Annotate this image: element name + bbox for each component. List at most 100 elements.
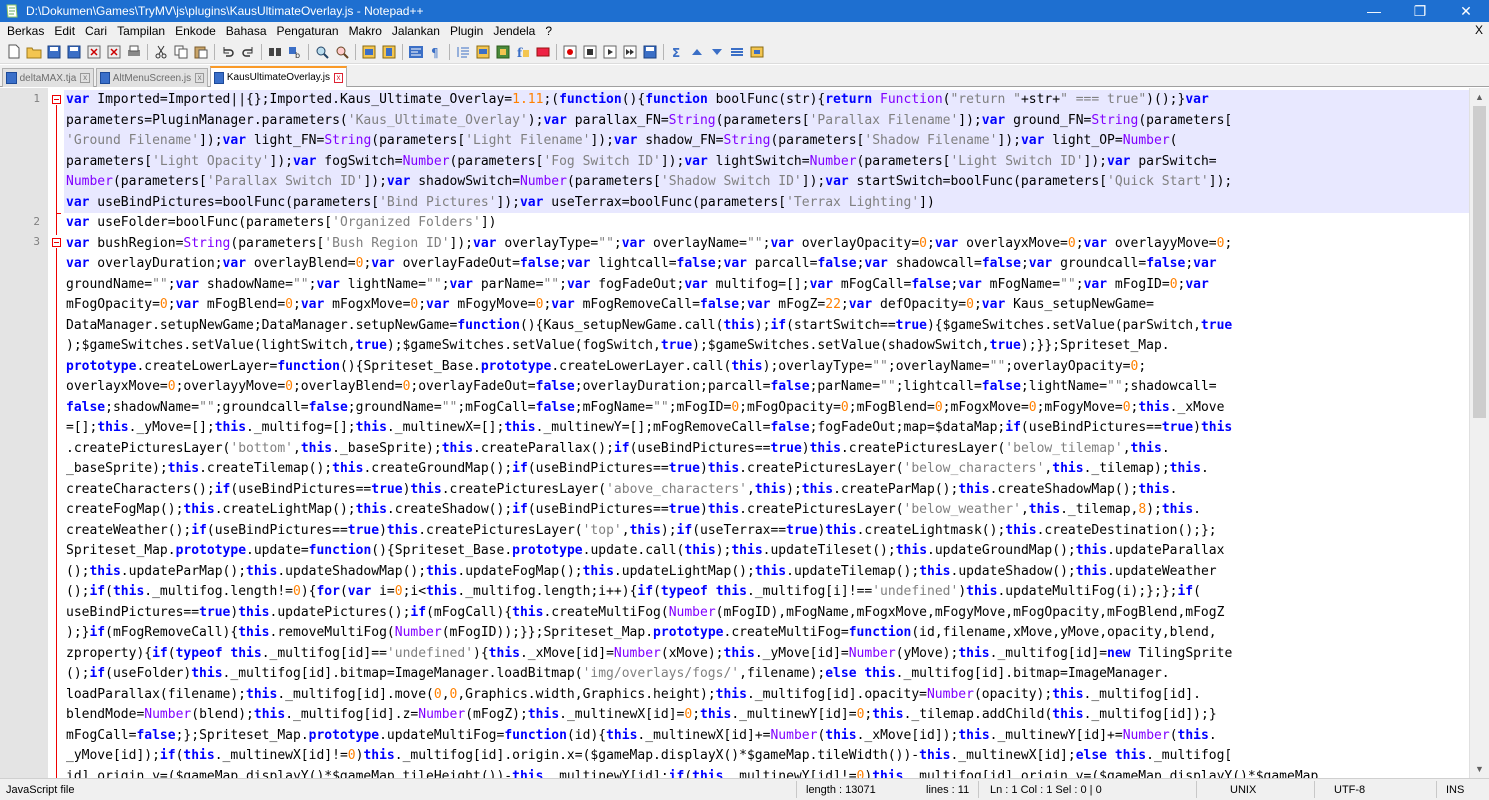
show-all-chars-icon[interactable]: ¶ [428, 44, 444, 60]
replace-icon[interactable]: b [287, 44, 303, 60]
find-icon[interactable] [267, 44, 283, 60]
encoding-label[interactable]: UTF-8 [1334, 784, 1365, 796]
code-line[interactable]: ();if(useFolder)this._multifog[id].bitma… [66, 664, 1466, 685]
minimize-button[interactable]: — [1351, 0, 1397, 22]
code-line[interactable]: mFogCall=false;};Spriteset_Map.prototype… [66, 726, 1466, 747]
code-line[interactable]: blendMode=Number(blend);this._multifog[i… [66, 705, 1466, 726]
menu-berkas[interactable]: Berkas [2, 24, 49, 38]
close-button[interactable]: ✕ [1443, 0, 1489, 22]
word-wrap-icon[interactable] [408, 44, 424, 60]
indent-guide-icon[interactable] [455, 44, 471, 60]
tab-deltamax[interactable]: deltaMAX.tja x [2, 68, 94, 87]
stop-macro-icon[interactable] [582, 44, 598, 60]
vertical-scrollbar[interactable]: ▲ ▼ [1469, 88, 1489, 778]
menu-help[interactable]: ? [540, 24, 557, 38]
code-line[interactable]: DataManager.setupNewGame;DataManager.set… [66, 316, 1466, 337]
code-line[interactable]: loadParallax(filename);this._multifog[id… [66, 685, 1466, 706]
save-icon[interactable] [46, 44, 62, 60]
sync-vertical-icon[interactable] [361, 44, 377, 60]
code-line[interactable]: mFogOpacity=0;var mFogBlend=0;var mFogxM… [66, 295, 1466, 316]
folder-workspace-icon[interactable]: f [515, 44, 531, 60]
open-file-icon[interactable] [26, 44, 42, 60]
code-line[interactable]: _baseSprite);this.createTilemap();this.c… [66, 459, 1466, 480]
code-line[interactable]: _yMove[id]);if(this._multinewX[id]!=0)th… [66, 746, 1466, 767]
maximize-button[interactable]: ❐ [1397, 0, 1443, 22]
insert-mode-label[interactable]: INS [1446, 784, 1464, 796]
code-line[interactable]: parameters['Light Opacity']);var fogSwit… [66, 152, 1466, 173]
new-file-icon[interactable] [6, 44, 22, 60]
code-line[interactable]: var bushRegion=String(parameters['Bush R… [66, 234, 1466, 255]
tab-close-icon[interactable]: x [195, 73, 204, 83]
save-all-icon[interactable] [66, 44, 82, 60]
sync-horizontal-icon[interactable] [381, 44, 397, 60]
code-line[interactable]: groundName="";var shadowName="";var ligh… [66, 275, 1466, 296]
eol-format-label[interactable]: UNIX [1230, 784, 1256, 796]
tab-kausultimateoverlay[interactable]: KausUltimateOverlay.js x [210, 66, 347, 87]
menu-plugin[interactable]: Plugin [445, 24, 488, 38]
doc-map-icon[interactable] [475, 44, 491, 60]
menu-pengaturan[interactable]: Pengaturan [272, 24, 344, 38]
up-arrow-icon[interactable] [689, 44, 705, 60]
menu-enkode[interactable]: Enkode [170, 24, 221, 38]
code-line[interactable]: false;shadowName="";groundcall=false;gro… [66, 398, 1466, 419]
monitoring-icon[interactable] [535, 44, 551, 60]
copy-icon[interactable] [173, 44, 189, 60]
code-line[interactable]: var overlayDuration;var overlayBlend=0;v… [66, 254, 1466, 275]
code-line[interactable]: prototype.createLowerLayer=function(){Sp… [66, 357, 1466, 378]
plugin-icon[interactable] [749, 44, 765, 60]
code-line[interactable]: overlayxMove=0;overlayyMove=0;overlayBle… [66, 377, 1466, 398]
code-line[interactable]: useBindPictures==true)this.updatePicture… [66, 603, 1466, 624]
menu-makro[interactable]: Makro [344, 24, 387, 38]
code-text[interactable]: var Imported=Imported||{};Imported.Kaus_… [66, 90, 1466, 778]
code-line[interactable]: Number(parameters['Parallax Switch ID'])… [66, 172, 1466, 193]
code-line[interactable]: );$gameSwitches.setValue(lightSwitch,tru… [66, 336, 1466, 357]
fold-toggle-icon[interactable] [52, 238, 61, 247]
code-line[interactable]: var Imported=Imported||{};Imported.Kaus_… [66, 90, 1466, 111]
code-line[interactable]: createCharacters();if(useBindPictures==t… [66, 480, 1466, 501]
code-line[interactable]: =[];this._yMove=[];this._multifog=[];thi… [66, 418, 1466, 439]
code-line[interactable]: zproperty){if(typeof this._multifog[id]=… [66, 644, 1466, 665]
scroll-down-arrow-icon[interactable]: ▼ [1475, 764, 1484, 774]
menu-jalankan[interactable]: Jalankan [387, 24, 445, 38]
function-list-icon[interactable] [495, 44, 511, 60]
scrollbar-thumb[interactable] [1473, 106, 1486, 418]
run-macro-multiple-icon[interactable] [622, 44, 638, 60]
close-all-icon[interactable] [106, 44, 122, 60]
code-line[interactable]: ();if(this._multifog.length!=0){for(var … [66, 582, 1466, 603]
play-macro-icon[interactable] [602, 44, 618, 60]
code-editor[interactable]: 1 2 3 var Imported=Imported||{};Imported… [0, 88, 1489, 778]
undo-icon[interactable] [220, 44, 236, 60]
code-line[interactable]: );}if(mFogRemoveCall){this.removeMultiFo… [66, 623, 1466, 644]
redo-icon[interactable] [240, 44, 256, 60]
code-line[interactable]: id].origin.y=($gameMap.displayY()*$gameM… [66, 767, 1466, 779]
close-file-icon[interactable] [86, 44, 102, 60]
code-line[interactable]: .createPicturesLayer('bottom',this._base… [66, 439, 1466, 460]
close-document-button[interactable]: X [1475, 23, 1483, 37]
save-macro-icon[interactable] [642, 44, 658, 60]
zoom-out-icon[interactable] [334, 44, 350, 60]
fold-toggle-icon[interactable] [52, 95, 61, 104]
zoom-in-icon[interactable] [314, 44, 330, 60]
code-line[interactable]: ();this.updateParMap();this.updateShadow… [66, 562, 1466, 583]
menu-jendela[interactable]: Jendela [488, 24, 540, 38]
code-line[interactable]: Spriteset_Map.prototype.update=function(… [66, 541, 1466, 562]
tab-close-icon[interactable]: x [80, 73, 90, 83]
menu-cari[interactable]: Cari [80, 24, 112, 38]
tab-altmenuscreen[interactable]: AltMenuScreen.js x [96, 68, 208, 87]
menu-bahasa[interactable]: Bahasa [221, 24, 272, 38]
code-line[interactable]: parameters=PluginManager.parameters('Kau… [66, 111, 1466, 132]
scroll-up-arrow-icon[interactable]: ▲ [1475, 92, 1484, 102]
cut-icon[interactable] [153, 44, 169, 60]
code-line[interactable]: var useFolder=boolFunc(parameters['Organ… [66, 213, 1466, 234]
menu-tampilan[interactable]: Tampilan [112, 24, 170, 38]
tab-close-icon[interactable]: x [334, 72, 343, 83]
code-line[interactable]: 'Ground Filename']);var light_FN=String(… [66, 131, 1466, 152]
record-macro-icon[interactable] [562, 44, 578, 60]
code-line[interactable]: createFogMap();this.createLightMap();thi… [66, 500, 1466, 521]
menu-edit[interactable]: Edit [49, 24, 80, 38]
sigma-icon[interactable]: Σ [669, 44, 685, 60]
code-line[interactable]: var useBindPictures=boolFunc(parameters[… [66, 193, 1466, 214]
compare-icon[interactable] [729, 44, 745, 60]
paste-icon[interactable] [193, 44, 209, 60]
code-line[interactable]: createWeather();if(useBindPictures==true… [66, 521, 1466, 542]
